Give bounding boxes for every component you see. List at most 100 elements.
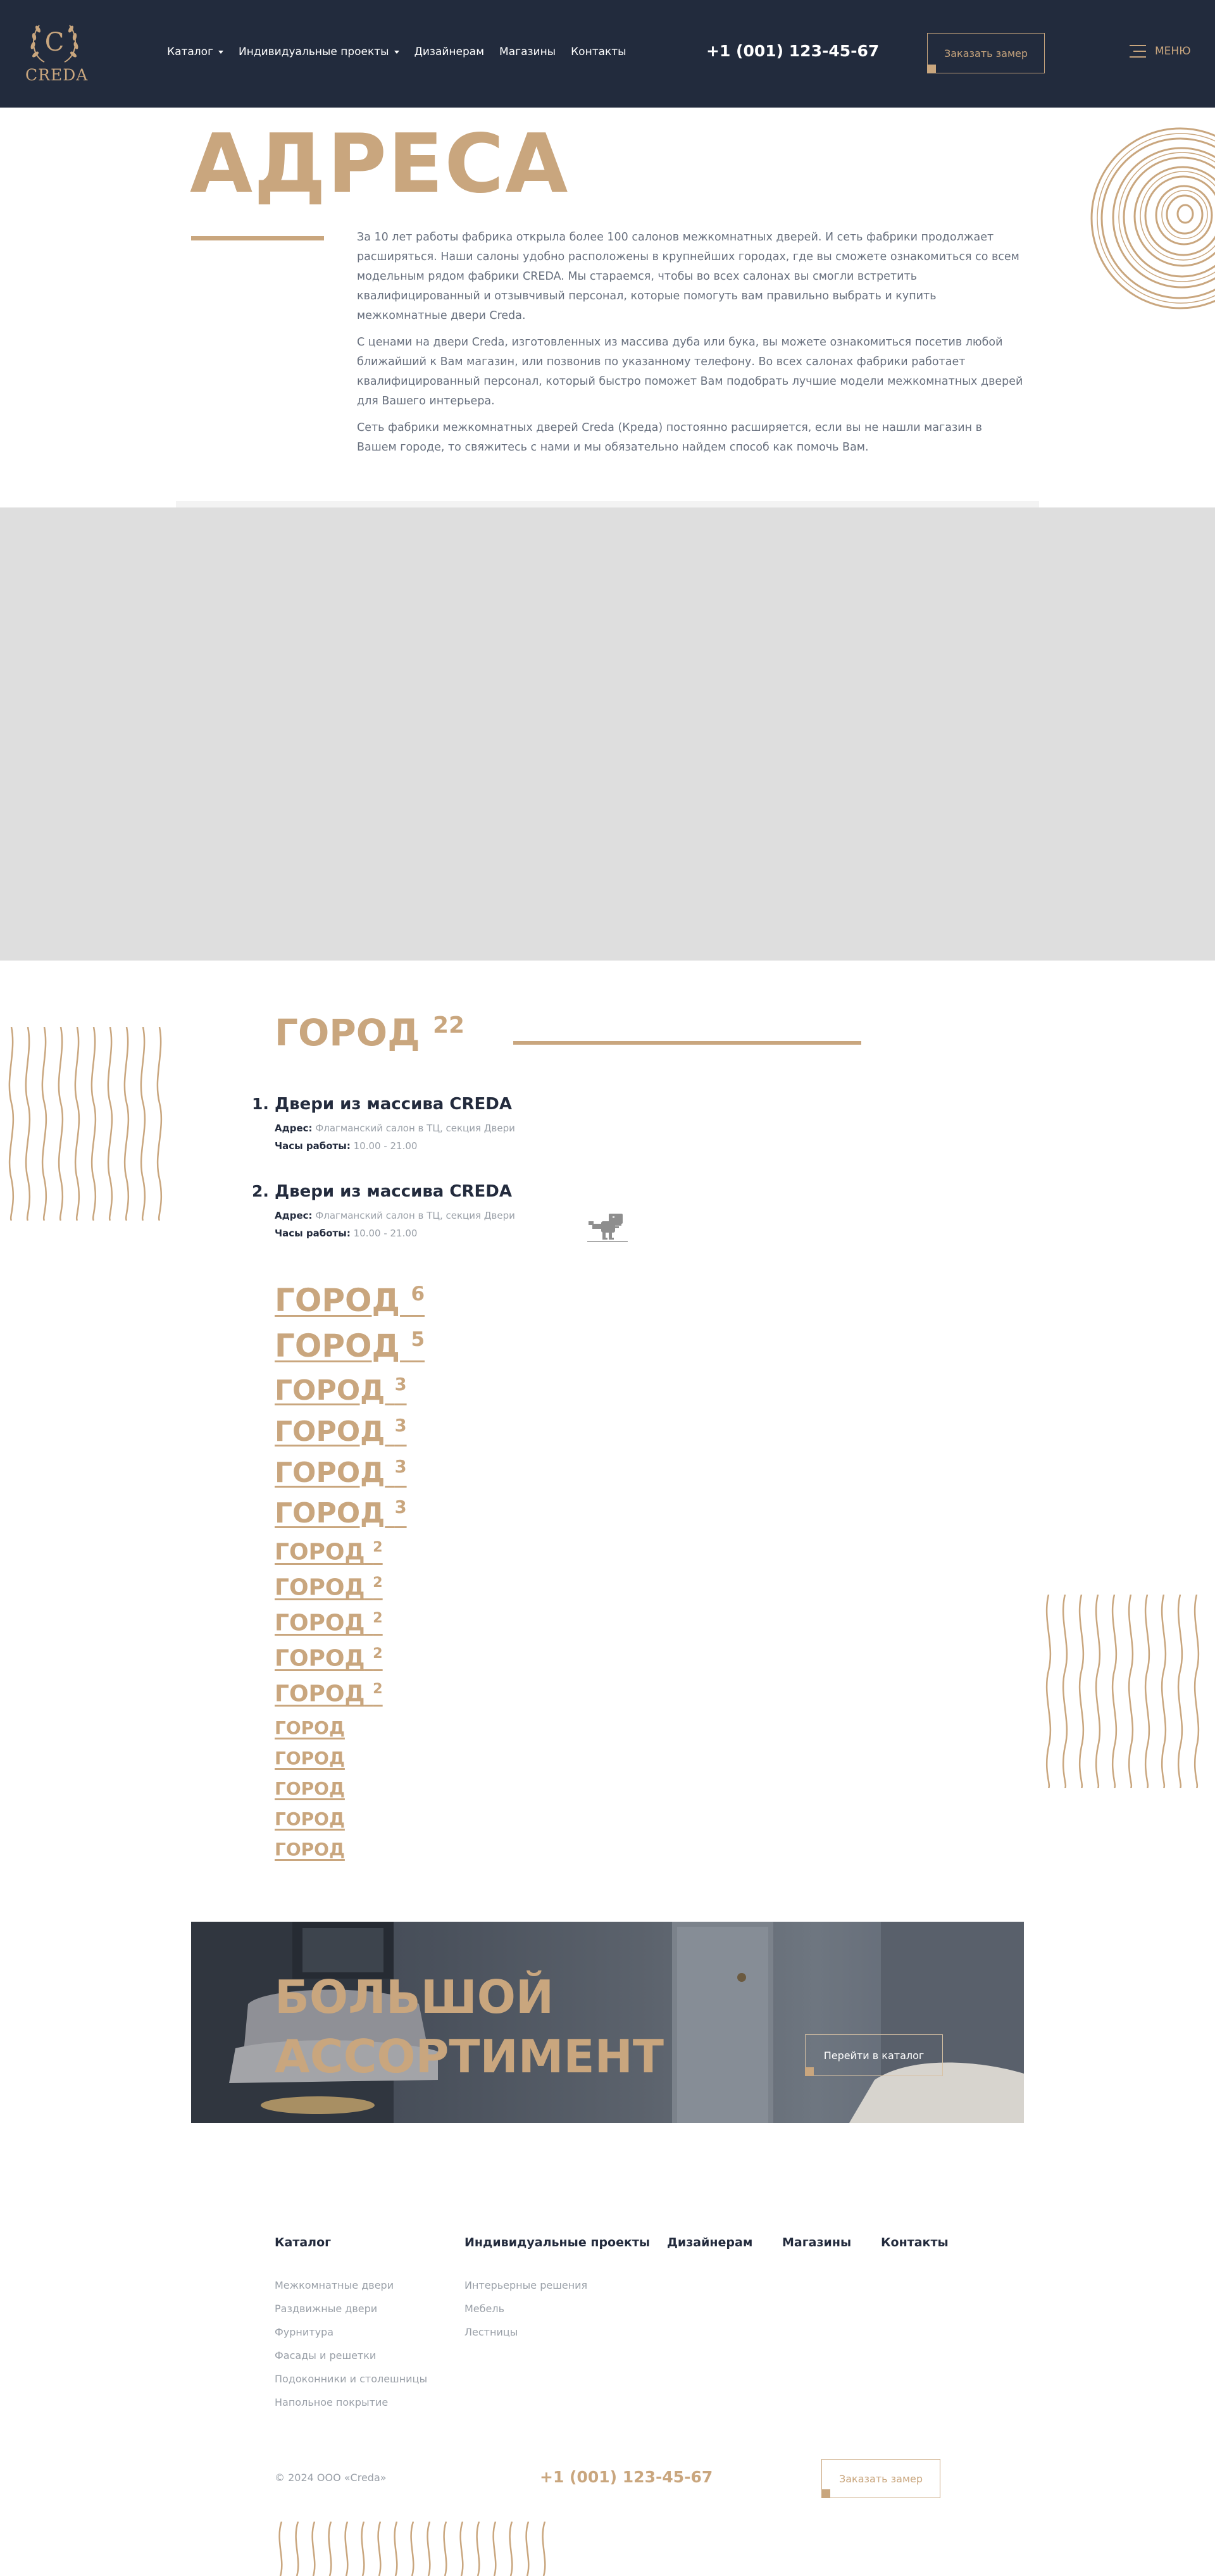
footer-link[interactable]: Фасады и решетки: [275, 2349, 376, 2361]
header-phone[interactable]: +1 (001) 123-45-67: [706, 42, 879, 60]
nav-item-label: Магазины: [499, 46, 556, 58]
tree-rings-decoration: [1090, 127, 1215, 309]
city-link-name: ГОРОД: [275, 1457, 385, 1489]
banner-title: БОЛЬШОЙ АССОРТИМЕНТ: [275, 1967, 664, 2086]
intro-paragraph: С ценами на двери Creda, изготовленных и…: [357, 336, 1023, 408]
city-link[interactable]: ГОРОД 2: [275, 1681, 383, 1707]
go-to-catalog-button[interactable]: Перейти в каталог: [805, 2034, 943, 2076]
nav-item-label: Индивидуальные проекты: [239, 46, 389, 58]
nav-item-contacts[interactable]: Контакты: [571, 46, 626, 58]
stores-map[interactable]: [0, 507, 1215, 1242]
nav-item-individual-projects[interactable]: Индивидуальные проекты: [239, 46, 399, 58]
store-item: 2. Двери из массива CREDA Адрес: Флагман…: [252, 1182, 695, 1239]
city-link-name: ГОРОД: [275, 1748, 345, 1769]
city-link-name: ГОРОД: [275, 1778, 345, 1799]
footer-heading-catalog[interactable]: Каталог: [275, 2236, 331, 2249]
city-link[interactable]: ГОРОД 3: [275, 1457, 407, 1489]
menu-toggle[interactable]: МЕНЮ: [1130, 44, 1191, 58]
menu-label: МЕНЮ: [1155, 45, 1191, 58]
city-link[interactable]: ГОРОД 2: [275, 1539, 383, 1565]
store-address-value: Флагманский салон в ТЦ, секция Двери: [315, 1123, 515, 1134]
city-link-name: ГОРОД: [275, 1839, 345, 1860]
assortment-banner: БОЛЬШОЙ АССОРТИМЕНТ Перейти в каталог: [191, 1922, 1024, 2123]
store-item: 1. Двери из массива CREDA Адрес: Флагман…: [252, 1095, 695, 1152]
laurel-icon: C: [30, 25, 78, 63]
city-store-count: 22: [432, 1012, 464, 1039]
city-link-count: 2: [373, 1645, 383, 1662]
store-hours-value: 10.00 - 21.00: [353, 1228, 418, 1239]
city-link[interactable]: ГОРОД 2: [275, 1645, 383, 1671]
intro-paragraph: За 10 лет работы фабрика открыла более 1…: [357, 231, 1019, 322]
nav-item-stores[interactable]: Магазины: [499, 46, 556, 58]
footer-heading-contacts[interactable]: Контакты: [881, 2236, 949, 2249]
footer-link[interactable]: Раздвижные двери: [275, 2303, 377, 2315]
store-address: Адрес: Флагманский салон в ТЦ, секция Дв…: [275, 1123, 515, 1134]
footer-heading-stores[interactable]: Магазины: [782, 2236, 851, 2249]
city-link-name: ГОРОД: [275, 1610, 365, 1636]
city-link-name: ГОРОД: [275, 1416, 385, 1448]
city-link[interactable]: ГОРОД 2: [275, 1574, 383, 1600]
wood-grain-decoration: [1045, 1595, 1200, 1788]
footer-link[interactable]: Подоконники и столешницы: [275, 2373, 427, 2385]
footer-phone[interactable]: +1 (001) 123-45-67: [540, 2468, 713, 2486]
store-hours-value: 10.00 - 21.00: [353, 1140, 418, 1152]
store-name: Двери из массива CREDA: [275, 1095, 512, 1114]
nav-item-label: Дизайнерам: [414, 46, 485, 58]
store-name: Двери из массива CREDA: [275, 1182, 512, 1201]
city-link[interactable]: ГОРОД 2: [275, 1610, 383, 1636]
city-link-name: ГОРОД: [275, 1374, 385, 1407]
button-corner-accent: [927, 65, 936, 73]
city-link[interactable]: ГОРОД 5: [275, 1328, 425, 1364]
city-link[interactable]: ГОРОД 3: [275, 1374, 407, 1407]
city-link[interactable]: ГОРОД: [275, 1808, 345, 1829]
footer-heading-designers[interactable]: Дизайнерам: [667, 2236, 752, 2249]
city-title-line: [513, 1041, 861, 1045]
city-link[interactable]: ГОРОД 3: [275, 1497, 407, 1529]
site-header: C CREDA Каталог Индивидуальные проекты Д…: [0, 0, 1215, 108]
city-link[interactable]: ГОРОД 3: [275, 1416, 407, 1448]
city-link-count: 2: [373, 1681, 383, 1697]
nav-item-label: Контакты: [571, 46, 626, 58]
map-top-strip: [176, 501, 1039, 507]
store-address-value: Флагманский салон в ТЦ, секция Двери: [315, 1210, 515, 1221]
city-link-count: 3: [394, 1375, 407, 1395]
store-hours-label: Часы работы:: [275, 1228, 351, 1239]
footer-link[interactable]: Лестницы: [464, 2326, 518, 2338]
nav-item-catalog[interactable]: Каталог: [167, 46, 224, 58]
city-link-count: 3: [394, 1498, 407, 1517]
city-link-count: 5: [411, 1328, 425, 1351]
nav-item-label: Каталог: [167, 46, 214, 58]
store-address-label: Адрес:: [275, 1210, 313, 1221]
city-link[interactable]: ГОРОД: [275, 1839, 345, 1860]
city-link-count: 6: [411, 1282, 425, 1305]
nav-item-designers[interactable]: Дизайнерам: [414, 46, 484, 58]
city-link-name: ГОРОД: [275, 1808, 345, 1829]
city-link[interactable]: ГОРОД: [275, 1748, 345, 1769]
city-link-count: 2: [373, 1610, 383, 1626]
order-button-label: Заказать замер: [944, 47, 1028, 59]
city-link-name: ГОРОД: [275, 1717, 345, 1738]
city-link[interactable]: ГОРОД: [275, 1778, 345, 1799]
footer-link[interactable]: Интерьерные решения: [464, 2279, 587, 2291]
footer-link[interactable]: Фурнитура: [275, 2326, 333, 2338]
order-measurement-button[interactable]: Заказать замер: [927, 33, 1045, 73]
footer-order-measurement-button[interactable]: Заказать замер: [821, 2459, 940, 2498]
svg-text:C: C: [45, 28, 65, 57]
city-link[interactable]: ГОРОД: [275, 1717, 345, 1738]
footer-link[interactable]: Межкомнатные двери: [275, 2279, 394, 2291]
city-link[interactable]: ГОРОД 6: [275, 1282, 425, 1319]
city-link-name: ГОРОД: [275, 1574, 365, 1601]
footer-link[interactable]: Мебель: [464, 2303, 504, 2315]
main-nav: Каталог Индивидуальные проекты Дизайнера…: [167, 46, 642, 58]
city-link-count: 3: [394, 1416, 407, 1436]
creda-logo[interactable]: C CREDA: [25, 18, 87, 89]
footer-heading-individual-projects[interactable]: Индивидуальные проекты: [464, 2236, 650, 2249]
wood-grain-decoration: [8, 1027, 163, 1221]
footer-link[interactable]: Напольное покрытие: [275, 2396, 388, 2408]
store-number: 2.: [252, 1182, 269, 1200]
hamburger-icon: [1130, 45, 1146, 58]
intro-text: За 10 лет работы фабрика открыла более 1…: [357, 228, 1025, 464]
city-link-count: 2: [373, 1539, 383, 1555]
city-link-name: ГОРОД: [275, 1282, 401, 1319]
city-name: ГОРОД: [275, 1011, 420, 1054]
